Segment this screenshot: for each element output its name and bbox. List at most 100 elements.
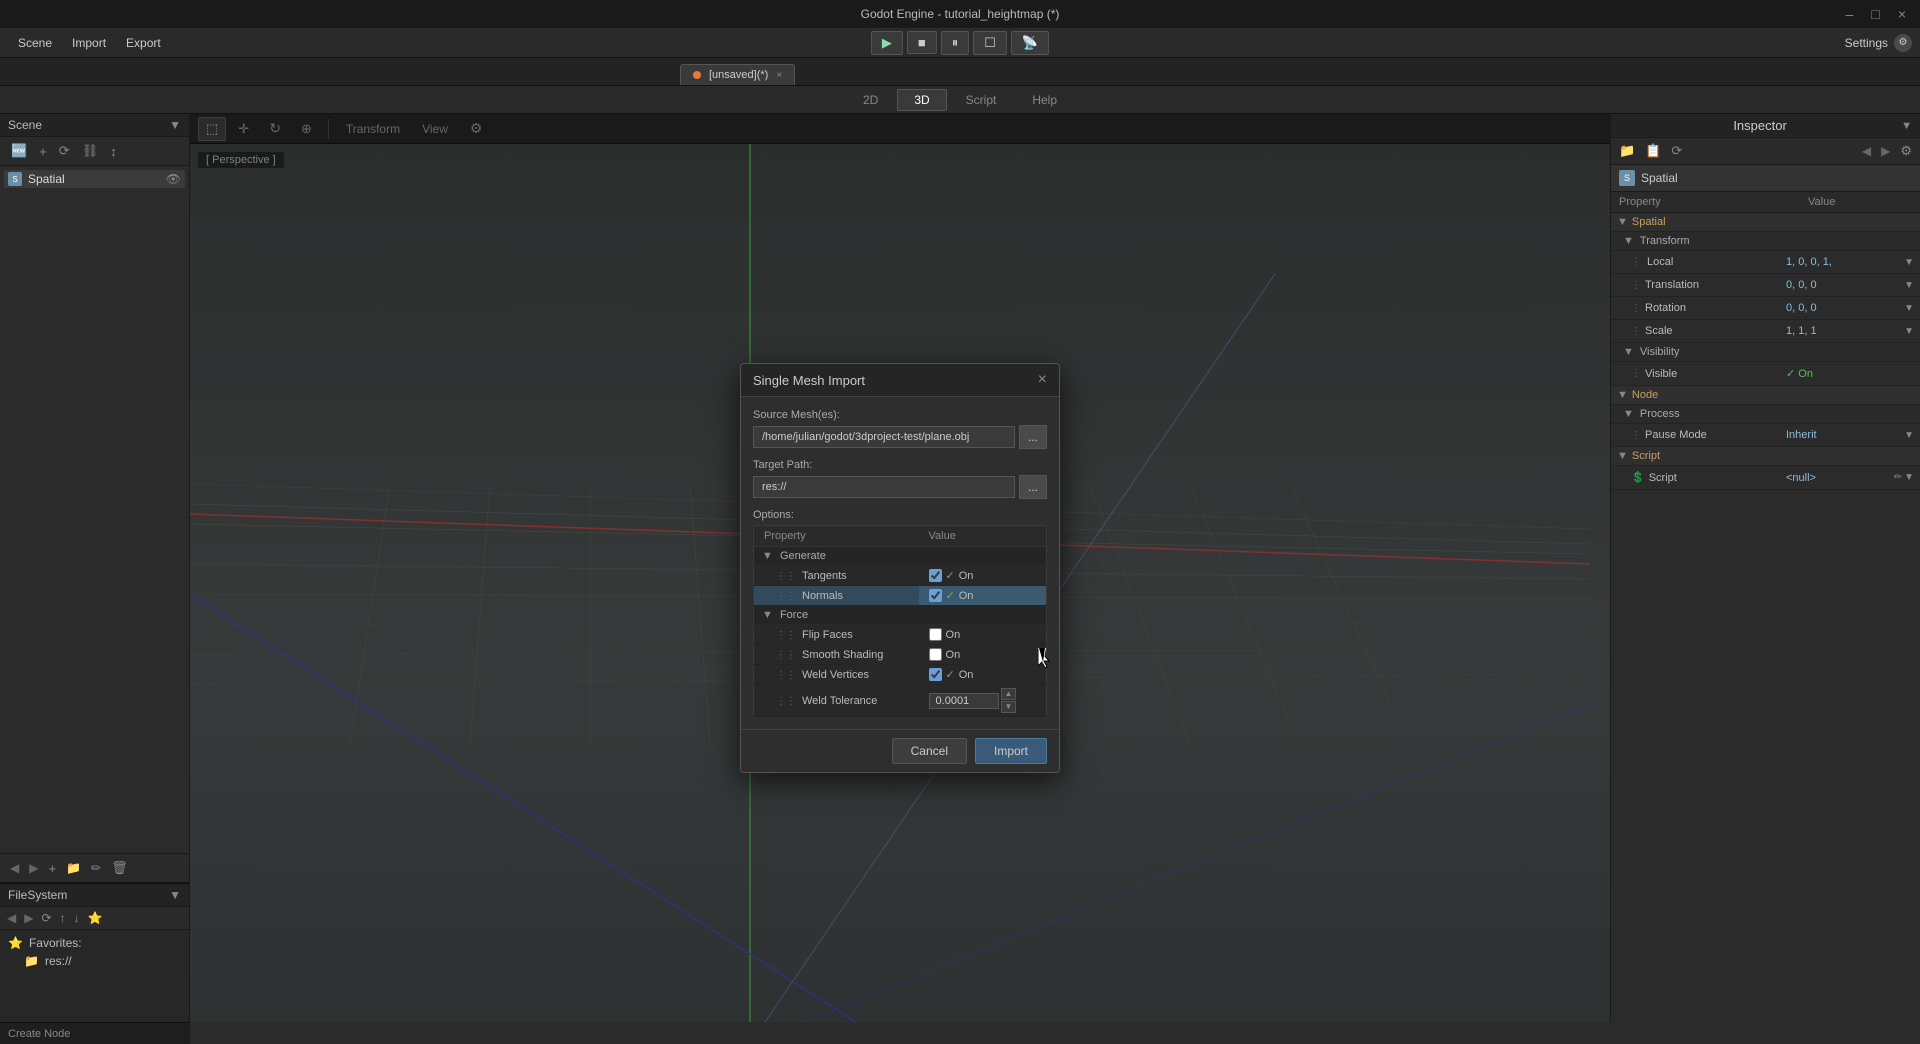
import-menu[interactable]: Import (62, 32, 116, 54)
add-btn2[interactable]: + (44, 859, 60, 878)
left-panel: Scene ▼ 🆕 + ⟳ ⛓ ↕ S Spatial 👁 ◀ ▶ + 📁 ✏ … (0, 114, 190, 1022)
node-section[interactable]: ▼Node (1611, 386, 1920, 405)
dialog-body: Source Mesh(es): ... Target Path: ... Op… (741, 397, 1059, 728)
insp-settings-btn[interactable]: ⚙ (1896, 141, 1916, 161)
tab-close-icon[interactable]: × (776, 70, 782, 81)
visibility-icon[interactable]: 👁 (166, 172, 181, 186)
export-menu[interactable]: Export (116, 32, 171, 54)
target-browse-btn[interactable]: ... (1019, 475, 1047, 499)
minimize-btn[interactable]: – (1840, 4, 1860, 24)
filesystem-panel: FileSystem ▼ ◀ ▶ ⟳ ↑ ↓ ⭐ ⭐ Favorites: 📁 … (0, 882, 189, 1022)
instance-btn[interactable]: ⛓ (77, 141, 104, 161)
center-toolbar: ▶ ■ ⏸ ☐ 📡 (871, 31, 1049, 55)
dialog-close-btn[interactable]: × (1038, 372, 1047, 388)
dialog-titlebar: Single Mesh Import × (741, 364, 1059, 397)
folder-btn[interactable]: 📁 (62, 859, 85, 877)
fs-refresh-btn[interactable]: ⟳ (38, 910, 54, 926)
inspector-header: Inspector ▼ (1611, 114, 1920, 138)
filesystem-header: FileSystem ▼ (0, 884, 189, 907)
scale-dropdown-icon[interactable]: ▼ (1904, 326, 1914, 337)
weld-tolerance-input[interactable] (929, 693, 999, 709)
script-section[interactable]: ▼Script (1611, 447, 1920, 466)
filesystem-dropdown-icon[interactable]: ▼ (169, 888, 181, 902)
res-item[interactable]: 📁 res:// (4, 952, 185, 970)
pause-btn[interactable]: ⏸ (941, 31, 970, 55)
expand-btn[interactable]: ↕ (105, 142, 122, 161)
scene-node-spatial[interactable]: S Spatial 👁 (4, 170, 185, 188)
weld-vertices-checkbox[interactable] (929, 668, 942, 681)
insp-history-btn[interactable]: 📋 (1641, 141, 1665, 161)
new-scene-btn[interactable]: 🆕 (6, 141, 32, 161)
source-browse-btn[interactable]: ... (1019, 425, 1047, 449)
fs-fav-btn[interactable]: ⭐ (85, 910, 106, 926)
view-3d-btn[interactable]: 3D (897, 89, 946, 111)
scene-menu[interactable]: Scene (8, 32, 62, 54)
inspector-expand-icon[interactable]: ▼ (1901, 120, 1912, 132)
fs-down-btn[interactable]: ↓ (71, 910, 83, 926)
maximize-btn[interactable]: □ (1865, 4, 1885, 24)
insp-refresh-btn[interactable]: ⟳ (1667, 141, 1686, 161)
editor-tab[interactable]: [unsaved](*) × (680, 64, 795, 85)
translation-dropdown-icon[interactable]: ▼ (1904, 280, 1914, 291)
options-table: Property Value ▼ Generate (753, 525, 1047, 716)
local-dropdown-icon[interactable]: ▼ (1904, 257, 1914, 268)
titlebar-controls[interactable]: – □ × (1840, 0, 1912, 28)
weld-tolerance-row: ⋮⋮Weld Tolerance ▲ ▼ (754, 685, 1047, 716)
tab-label: [unsaved](*) (709, 69, 768, 81)
normals-checkbox[interactable] (929, 589, 942, 602)
process-subsection[interactable]: ▼Process (1611, 405, 1920, 424)
pause-mode-dropdown[interactable]: ▼ (1904, 430, 1914, 441)
add-node-btn[interactable]: + (34, 142, 52, 161)
fs-back-btn[interactable]: ◀ (4, 910, 19, 926)
spatial-section[interactable]: ▼Spatial (1611, 213, 1920, 232)
settings-btn[interactable]: Settings (1845, 36, 1888, 50)
inspector-body: ▼Spatial ▼Transform ⋮ Local 1, 0, 0, 1, … (1611, 213, 1920, 1022)
generate-section-row[interactable]: ▼ Generate (754, 547, 1047, 566)
target-row: ... (753, 475, 1047, 499)
insp-folder-btn[interactable]: 📁 (1615, 141, 1639, 161)
scene-dropdown-icon[interactable]: ▼ (169, 118, 181, 132)
cancel-btn[interactable]: Cancel (892, 738, 967, 764)
status-bar: Create Node (0, 1022, 190, 1044)
transform-subsection[interactable]: ▼Transform (1611, 232, 1920, 251)
weld-up-btn[interactable]: ▲ (1001, 688, 1017, 700)
forward-btn[interactable]: ▶ (25, 859, 42, 877)
refresh-btn[interactable]: ⟳ (54, 141, 75, 161)
target-input[interactable] (753, 476, 1015, 498)
view-help-btn[interactable]: Help (1015, 89, 1074, 111)
insp-forward-btn[interactable]: ▶ (1877, 142, 1894, 160)
view-script-btn[interactable]: Script (949, 89, 1014, 111)
source-input[interactable] (753, 426, 1015, 448)
rotation-dropdown-icon[interactable]: ▼ (1904, 303, 1914, 314)
script-property: 💲 Script <null> ✏ ▼ (1611, 466, 1920, 490)
remote-btn[interactable]: 📡 (1011, 31, 1049, 55)
weld-down-btn[interactable]: ▼ (1001, 701, 1017, 713)
stop-btn[interactable]: ■ (907, 31, 937, 54)
insp-back-btn[interactable]: ◀ (1858, 142, 1875, 160)
fs-up-btn[interactable]: ↑ (57, 910, 69, 926)
prop-col-header: Property (754, 526, 919, 547)
titlebar: Godot Engine - tutorial_heightmap (*) – … (0, 0, 1920, 28)
smooth-shading-checkbox[interactable] (929, 648, 942, 661)
flip-faces-checkbox[interactable] (929, 628, 942, 641)
normals-row: ⋮⋮Normals ✓ On (754, 586, 1047, 606)
tangents-checkbox[interactable] (929, 569, 942, 582)
edit-btn[interactable]: ✏ (87, 859, 105, 877)
options-label: Options: (753, 509, 1047, 521)
delete-btn[interactable]: 🗑 (107, 858, 132, 878)
import-btn[interactable]: Import (975, 738, 1047, 764)
deploy-btn[interactable]: ☐ (973, 31, 1007, 55)
val-col-header: Value (919, 526, 1047, 547)
script-dropdown-icon[interactable]: ▼ (1904, 472, 1914, 483)
property-header: Property Value (1611, 192, 1920, 213)
play-btn[interactable]: ▶ (871, 31, 903, 55)
tangents-row: ⋮⋮Tangents ✓ On (754, 566, 1047, 586)
view-2d-btn[interactable]: 2D (846, 89, 895, 111)
fs-forward-btn[interactable]: ▶ (21, 910, 36, 926)
favorites-item[interactable]: ⭐ Favorites: (4, 934, 185, 952)
force-section-row[interactable]: ▼ Force (754, 606, 1047, 625)
script-edit-btn[interactable]: ✏ (1894, 472, 1902, 483)
visibility-subsection[interactable]: ▼Visibility (1611, 343, 1920, 362)
back-btn[interactable]: ◀ (6, 859, 23, 877)
close-btn[interactable]: × (1892, 4, 1912, 24)
